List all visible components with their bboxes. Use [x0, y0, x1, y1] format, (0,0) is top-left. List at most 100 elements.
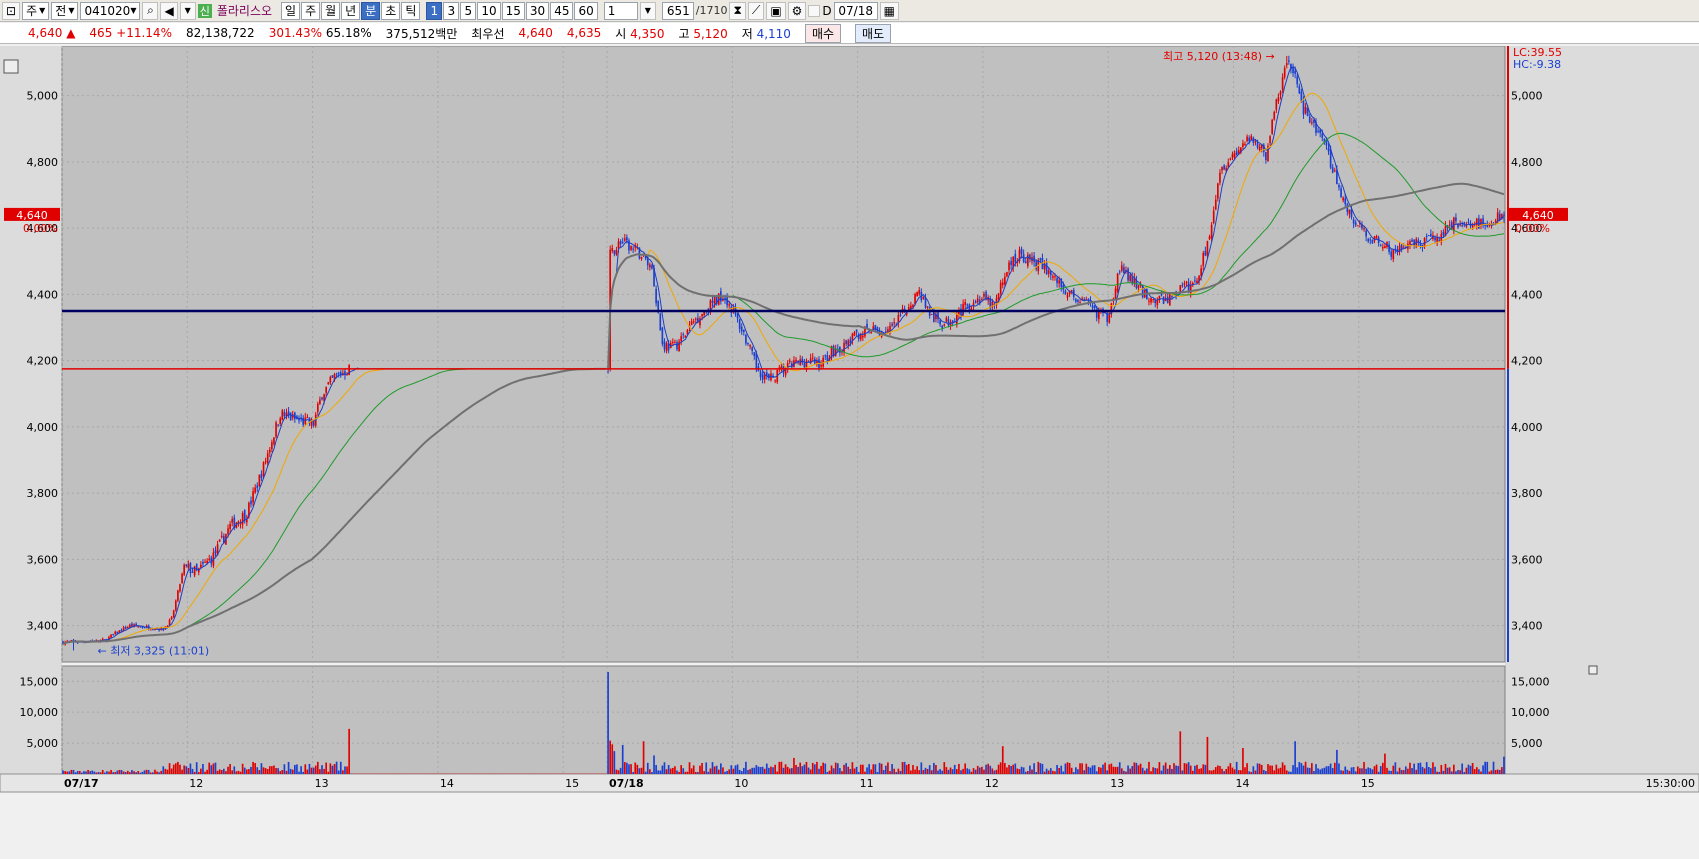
period-tab-1[interactable]: 주	[301, 1, 321, 20]
candle-body	[214, 550, 217, 554]
volume-bar	[1212, 769, 1215, 774]
interval-button-5[interactable]: 5	[460, 1, 477, 20]
period-tab-5[interactable]: 초	[381, 1, 401, 20]
candle-body	[671, 341, 674, 343]
candle-body	[964, 301, 967, 305]
window-icon[interactable]: ⊡	[2, 1, 21, 20]
volume-bar	[974, 769, 977, 774]
candle-body	[258, 474, 261, 487]
volume-bar	[1492, 761, 1495, 774]
interval-button-10[interactable]: 10	[477, 1, 501, 20]
volume-bar	[95, 772, 98, 774]
time-tick-label: 15	[565, 777, 579, 790]
volume-bar	[981, 766, 983, 774]
volume-bar	[905, 764, 908, 774]
chevron-down-icon[interactable]: ▼	[179, 1, 196, 20]
volume-bar	[870, 769, 873, 774]
volume-bar	[1455, 771, 1457, 774]
volume-bar	[859, 764, 862, 774]
volume-bar	[1354, 771, 1357, 774]
volume-bar	[999, 762, 1002, 774]
volume-bar	[143, 770, 146, 774]
chevron-down-icon[interactable]: ▼	[639, 1, 656, 20]
count-total: /1710	[695, 4, 728, 17]
search-icon[interactable]: ⌕	[142, 1, 159, 20]
candle-body	[1494, 220, 1497, 222]
candle-body	[289, 412, 292, 421]
volume-bar	[1110, 763, 1113, 774]
sound-icon[interactable]: ◀	[160, 1, 178, 20]
volume-bar	[187, 767, 190, 774]
candle-body	[997, 293, 1000, 300]
candle-body	[241, 513, 244, 525]
candle-body	[843, 342, 845, 353]
volume-bar	[818, 768, 820, 774]
volume-bar	[617, 770, 620, 774]
volume-bar	[1217, 765, 1219, 774]
interval-button-1[interactable]: 1	[426, 1, 443, 20]
price-chart[interactable]: 3,400 3,400 3,600 3,600 3,800 3,800 4,000 4,000…	[0, 46, 1699, 859]
buy-button[interactable]: 매수	[804, 23, 842, 43]
candle-body	[1254, 141, 1257, 143]
gear-icon[interactable]: ⚙	[787, 1, 807, 20]
period-tab-4[interactable]: 분	[361, 1, 381, 20]
volume-bar	[281, 770, 284, 774]
count-input[interactable]: 651	[661, 1, 694, 20]
volume-bar	[1183, 763, 1186, 774]
candle-type-icon[interactable]: ⧗	[729, 1, 746, 20]
interval-button-15[interactable]: 15	[501, 1, 525, 20]
calendar-icon[interactable]: ▦	[879, 1, 900, 20]
volume-bar	[233, 766, 236, 774]
candle-body	[187, 563, 190, 568]
volume-bar	[1179, 731, 1182, 774]
candle-body	[229, 523, 231, 530]
date-checkbox[interactable]	[808, 4, 821, 17]
volume-bar	[1100, 767, 1102, 774]
candle-body	[1467, 221, 1470, 223]
stock-code-input[interactable]: 041020 ▼	[80, 1, 141, 20]
volume-bar	[945, 767, 948, 774]
volume-bar	[1457, 770, 1459, 774]
volume-bar	[830, 765, 833, 774]
date-input[interactable]: 07/18	[833, 1, 878, 20]
period-tab-3[interactable]: 년	[341, 1, 361, 20]
volume-bar	[676, 770, 678, 774]
candle-body	[114, 631, 117, 635]
volume-bar	[1166, 768, 1169, 774]
interval-button-30[interactable]: 30	[525, 1, 550, 20]
volume-bar	[895, 772, 898, 774]
volume-bar	[1043, 771, 1046, 774]
candle-body	[1223, 165, 1225, 170]
candle-body	[1379, 245, 1382, 247]
candle-body	[1075, 299, 1077, 302]
volume-bar	[164, 768, 167, 774]
volume-bar	[283, 764, 286, 774]
volume-bar	[1262, 770, 1265, 774]
interval-button-3[interactable]: 3	[443, 1, 460, 20]
interval-button-45[interactable]: 45	[550, 1, 574, 20]
period-tab-0[interactable]: 일	[281, 1, 301, 20]
interval-button-60[interactable]: 60	[574, 1, 598, 20]
volume-bar	[1277, 768, 1280, 774]
period-tab-6[interactable]: 틱	[401, 1, 421, 20]
interval-select[interactable]: 1	[603, 1, 638, 20]
save-icon[interactable]: ▣	[766, 1, 786, 20]
volume-bar	[811, 762, 814, 774]
interval-buttons: 1 3 5 10 15 30 45 60	[426, 1, 598, 20]
type-select[interactable]: 주 ▼	[22, 1, 50, 20]
sell-button[interactable]: 매도	[855, 23, 892, 43]
volume-bar	[1198, 768, 1200, 774]
volume-bar	[64, 771, 66, 774]
period-tab-2[interactable]: 월	[321, 1, 341, 20]
candle-body	[1185, 281, 1188, 283]
all-select[interactable]: 전 ▼	[51, 1, 79, 20]
volume-bar	[1068, 762, 1071, 774]
volume-bar	[805, 761, 808, 774]
volume-bar	[216, 770, 219, 774]
candle-body	[615, 250, 618, 255]
draw-tool-icon[interactable]: ⟋	[747, 1, 765, 20]
volume-bar	[229, 764, 231, 774]
volume-bar	[72, 769, 75, 774]
volume-bar	[891, 764, 893, 774]
quote-bar: 4,640 ▲ 465 +11.14% 82,138,722 301.43% 6…	[0, 23, 1699, 44]
